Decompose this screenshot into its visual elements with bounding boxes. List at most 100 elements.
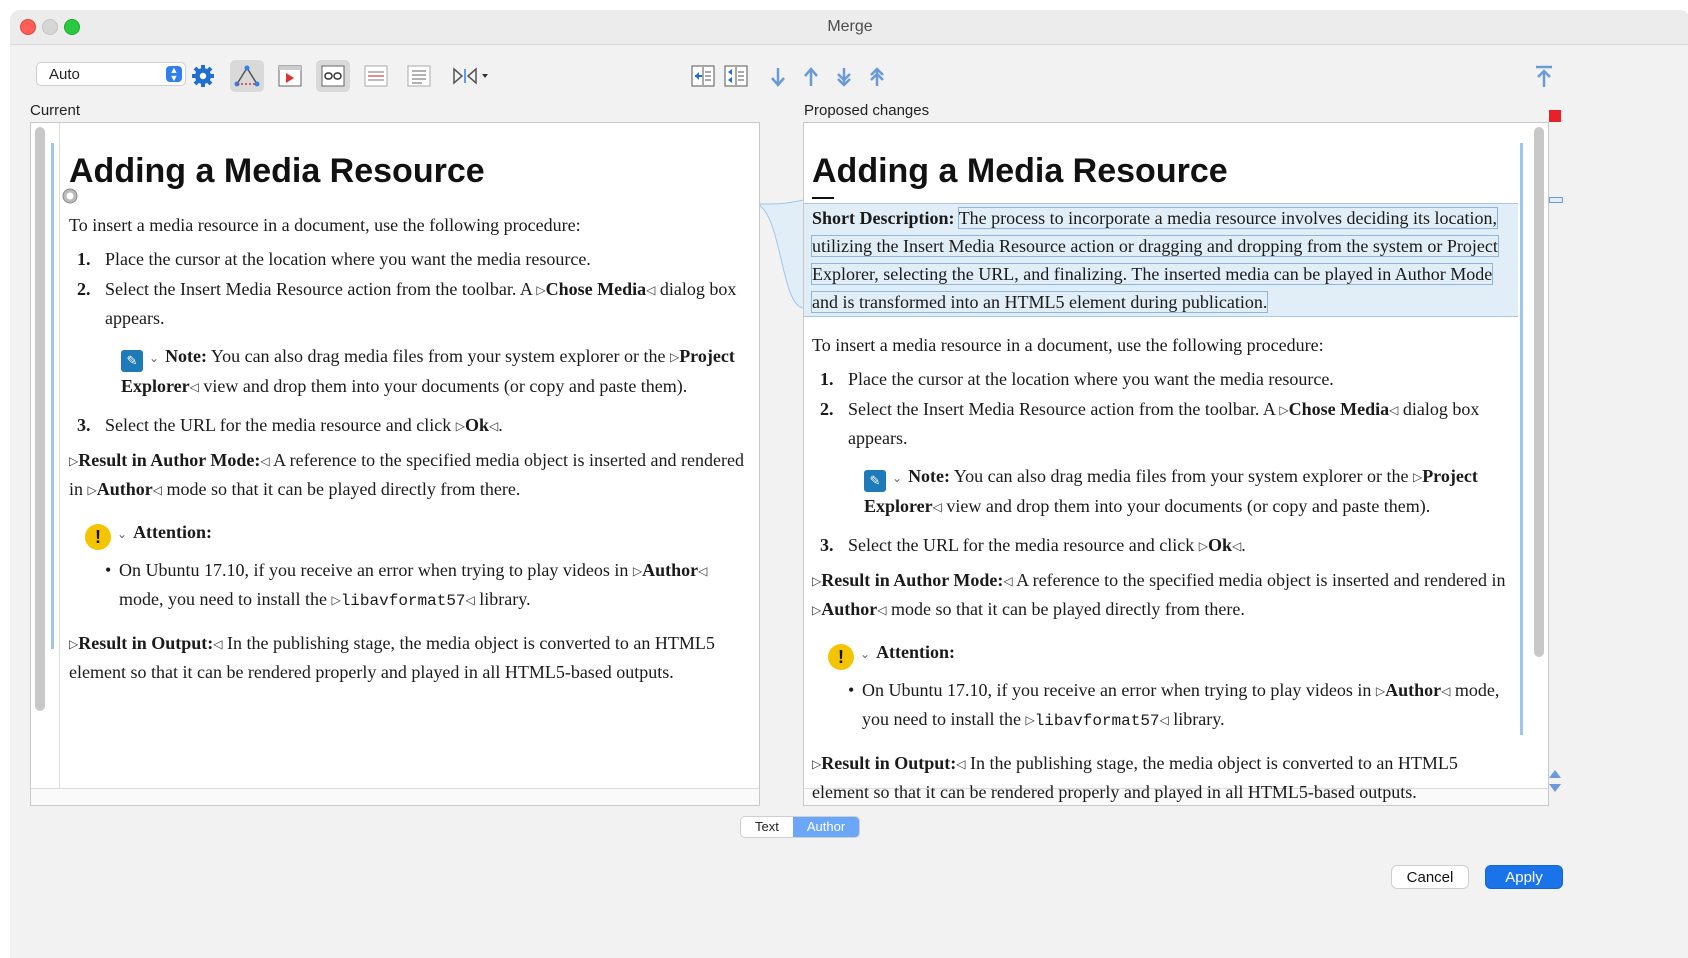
step-text: Place the cursor at the location where y… — [105, 249, 591, 269]
result-label: Result in Output: — [78, 633, 214, 653]
conflict-marker[interactable] — [1549, 110, 1561, 122]
diff-mode-dropdown[interactable] — [446, 60, 496, 92]
chevron-down-icon[interactable]: ⌄ — [892, 471, 902, 485]
previous-change-button[interactable] — [799, 64, 823, 90]
settings-button[interactable] — [186, 60, 220, 92]
conflicts-toggle-button[interactable] — [230, 60, 264, 92]
current-intro: To insert a media resource in a document… — [69, 215, 581, 235]
attention-label: Attention: — [876, 642, 956, 662]
note-pencil-icon: ✎ — [121, 350, 143, 372]
tag-marker-icon: ▷ — [1025, 713, 1035, 727]
result-label: Result in Output: — [821, 753, 957, 773]
sync-scroll-button[interactable] — [316, 60, 350, 92]
tag-marker-icon: ◁ — [956, 757, 966, 771]
show-changes-button[interactable] — [273, 60, 307, 92]
result-text: A reference to the specified media objec… — [1012, 570, 1506, 590]
tag-marker-icon: ◁ — [152, 483, 162, 497]
ui-control-name: Author — [1385, 680, 1442, 700]
merge-mode-select[interactable]: Auto ▲ ▼ — [36, 62, 186, 86]
result-label: Result in Author Mode: — [78, 450, 261, 470]
step-text: Select the Insert Media Resource action … — [105, 279, 537, 299]
scroll-stepper[interactable] — [1548, 768, 1562, 794]
note-pencil-icon: ✎ — [864, 470, 886, 492]
tag-marker-icon: ▷ — [1279, 403, 1289, 417]
show-text-button[interactable] — [402, 60, 436, 92]
attention-heading: ! ⌄ Attention: — [69, 518, 749, 550]
proposed-steps-list: 1. Place the cursor at the location where… — [812, 365, 1512, 452]
bullet-text: On Ubuntu 17.10, if you receive an error… — [119, 560, 633, 580]
step-item: 2. Select the Insert Media Resource actio… — [820, 399, 1480, 448]
result-author-paragraph: ▷Result in Author Mode:◁ A reference to … — [69, 446, 749, 504]
proposed-editor-panel[interactable]: Adding a Media Resource Short Descriptio… — [803, 122, 1549, 806]
tab-author[interactable]: Author — [792, 817, 860, 837]
previous-conflict-button[interactable] — [865, 64, 889, 90]
tag-marker-icon: ◁ — [1441, 684, 1451, 698]
bullet-text: On Ubuntu 17.10, if you receive an error… — [862, 680, 1376, 700]
cancel-button[interactable]: Cancel — [1391, 865, 1469, 889]
change-marker[interactable] — [1549, 197, 1563, 203]
current-editor-panel[interactable]: Adding a Media Resource To insert a medi… — [30, 122, 760, 806]
copy-left-button[interactable] — [686, 60, 720, 92]
tag-marker-icon: ▷ — [455, 419, 465, 433]
note-block: ✎ ⌄ Note: You can also drag media files fr… — [812, 462, 1512, 521]
tag-marker-icon: ▷ — [1412, 470, 1423, 484]
tag-marker-icon: ▷ — [1375, 684, 1386, 698]
prev-change-arrow-icon — [804, 67, 818, 86]
ui-control-name: Chose Media — [1288, 399, 1390, 419]
current-vertical-scrollbar[interactable] — [35, 127, 45, 711]
short-description-change[interactable]: Short Description: The process to incorp… — [804, 203, 1518, 317]
change-connector — [760, 199, 804, 309]
next-conflict-icon — [837, 68, 851, 87]
result-author-paragraph: ▷Result in Author Mode:◁ A reference to … — [812, 566, 1512, 624]
proposed-vertical-scrollbar[interactable] — [1534, 127, 1544, 657]
chevron-down-icon[interactable]: ⌄ — [117, 527, 127, 541]
scroll-stepper-icon — [1549, 770, 1561, 792]
next-change-button[interactable] — [766, 64, 790, 90]
current-gutter-divider — [59, 123, 60, 789]
current-horizontal-scrollbar[interactable] — [31, 788, 759, 805]
chevron-down-icon[interactable]: ⌄ — [149, 351, 159, 365]
window-title: Merge — [827, 18, 873, 35]
ui-control-name: Ok — [1207, 535, 1232, 555]
tag-marker-icon: ▷ — [69, 637, 79, 651]
tag-marker-icon: ▷ — [331, 593, 341, 607]
next-conflict-button[interactable] — [832, 64, 856, 90]
tag-marker-icon: ◁ — [189, 380, 199, 394]
result-text: mode so that it can be played directly f… — [886, 599, 1245, 619]
step-item: 3. Select the URL for the media resource … — [77, 415, 503, 435]
split-icon — [364, 65, 388, 87]
tag-marker-icon: ◁ — [213, 637, 223, 651]
step-item: 3. Select the URL for the media resource … — [820, 535, 1246, 555]
layout-split-button[interactable] — [359, 60, 393, 92]
link-icon — [321, 65, 345, 87]
step-item: 1. Place the cursor at the location where… — [77, 249, 591, 269]
tag-marker-icon: ◁ — [1231, 539, 1242, 553]
current-steps-list-cont: 3. Select the URL for the media resource … — [69, 411, 749, 440]
merge-window: Merge Auto ▲ ▼ Current Proposed changes … — [10, 10, 1688, 958]
tag-marker-icon: ◁ — [1389, 403, 1399, 417]
prev-conflict-icon — [870, 67, 884, 86]
tag-marker-icon: ◁ — [698, 564, 708, 578]
ui-control-name: Chose Media — [545, 279, 647, 299]
first-change-button[interactable] — [1532, 64, 1556, 90]
copy-all-button[interactable] — [719, 60, 753, 92]
attention-heading: ! ⌄ Attention: — [812, 638, 1512, 670]
note-text: You can also drag media files from your … — [950, 466, 1413, 486]
bullet-dot: • — [105, 560, 112, 580]
tab-text[interactable]: Text — [741, 817, 793, 837]
tag-marker-icon: ◁ — [646, 283, 656, 297]
tag-marker-icon: ▷ — [812, 757, 822, 771]
step-item: 1. Place the cursor at the location where… — [820, 369, 1334, 389]
proposed-steps-list-cont: 3. Select the URL for the media resource … — [812, 531, 1512, 560]
chevron-down-icon[interactable]: ⌄ — [860, 647, 870, 661]
step-text: Select the URL for the media resource an… — [105, 415, 456, 435]
tag-marker-icon: ◁ — [488, 419, 499, 433]
copy-left-icon — [691, 65, 715, 87]
tag-marker-icon: ◁ — [1159, 713, 1169, 727]
note-label: Note: — [908, 466, 951, 486]
current-panel-label: Current — [30, 102, 81, 119]
proposed-document[interactable]: Adding a Media Resource Short Descriptio… — [804, 151, 1518, 805]
text-icon — [407, 65, 431, 87]
current-document[interactable]: Adding a Media Resource To insert a medi… — [69, 151, 749, 686]
apply-button[interactable]: Apply — [1485, 865, 1563, 889]
